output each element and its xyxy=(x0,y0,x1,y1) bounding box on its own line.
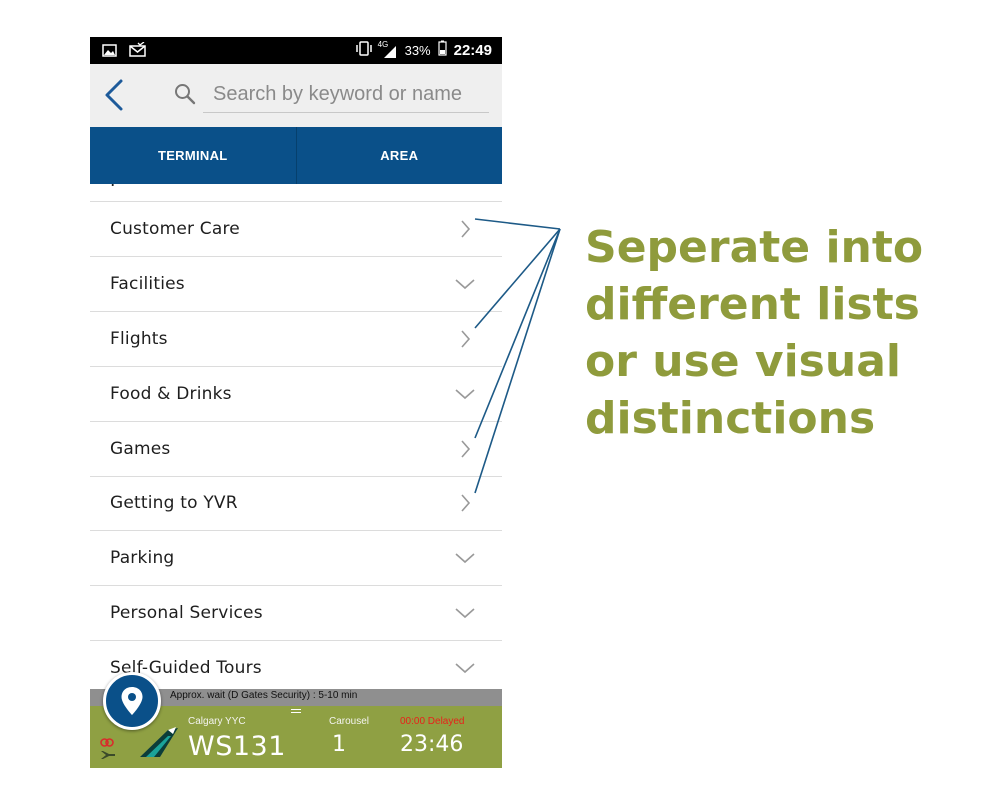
plane-icon xyxy=(100,746,116,765)
location-pin-icon xyxy=(121,687,143,715)
battery-percent: 33% xyxy=(404,43,431,58)
annotation-line: Seperate into xyxy=(585,222,924,273)
list-item[interactable]: Customer Care xyxy=(90,202,502,257)
gallery-notification-icon xyxy=(102,42,117,61)
list-item-label: Facilities xyxy=(110,274,185,294)
clock: 22:49 xyxy=(453,42,492,59)
search-icon xyxy=(174,83,196,109)
tab-area[interactable]: AREA xyxy=(295,127,503,184)
flight-status: 00:00 Delayed xyxy=(400,716,465,727)
network-type: 4G xyxy=(377,39,389,49)
chevron-down-icon xyxy=(455,389,475,400)
vibrate-icon xyxy=(355,40,373,61)
flight-number: WS131 xyxy=(188,731,286,762)
chevron-right-icon xyxy=(461,330,471,348)
westjet-logo-icon xyxy=(138,726,180,762)
list-item[interactable]: Getting to YVR xyxy=(90,476,502,531)
list-item-label: Parking xyxy=(110,548,175,568)
chevron-down-icon xyxy=(455,663,475,674)
list-item[interactable]: Parking xyxy=(90,531,502,586)
back-arrow-icon xyxy=(105,79,123,111)
tab-bar: TERMINAL AREA xyxy=(90,127,502,184)
list-item[interactable]: Personal Services xyxy=(90,586,502,641)
phone-screen: 4G 33% 22:49 TERMINAL AREA · Customer Ca… xyxy=(90,37,502,768)
list-item-label: Food & Drinks xyxy=(110,384,232,404)
list-item[interactable]: Facilities xyxy=(90,257,502,312)
chevron-down-icon xyxy=(455,608,475,619)
map-pin-button[interactable] xyxy=(103,672,161,730)
chevron-right-icon xyxy=(461,494,471,512)
arrival-time: 23:46 xyxy=(400,732,464,757)
chevron-right-icon xyxy=(461,220,471,238)
list-item-partial: · xyxy=(90,184,502,202)
list-item-label: Personal Services xyxy=(110,603,263,623)
category-list: · Customer Care Facilities Flights Food … xyxy=(90,184,502,689)
carousel-value: 1 xyxy=(332,732,346,757)
drag-handle-icon[interactable] xyxy=(291,709,301,713)
annotation-line: different lists xyxy=(585,279,920,330)
list-item[interactable]: Food & Drinks xyxy=(90,367,502,422)
back-button[interactable] xyxy=(100,78,128,112)
battery-icon xyxy=(438,40,447,61)
chevron-down-icon xyxy=(455,553,475,564)
search-input[interactable] xyxy=(203,77,489,113)
mail-notification-icon xyxy=(129,41,146,61)
chevron-right-icon xyxy=(461,440,471,458)
list-item-label: Getting to YVR xyxy=(110,493,238,513)
annotation-line: distinctions xyxy=(585,393,876,444)
signal-icon: 4G xyxy=(377,39,398,59)
chevron-down-icon xyxy=(455,279,475,290)
status-bar: 4G 33% 22:49 xyxy=(90,37,502,64)
carousel-label: Carousel xyxy=(329,716,370,727)
list-item-label: Customer Care xyxy=(110,219,240,239)
list-item[interactable]: Flights xyxy=(90,312,502,367)
list-item[interactable]: Games xyxy=(90,422,502,477)
search-header xyxy=(90,64,502,127)
tab-terminal[interactable]: TERMINAL xyxy=(90,127,296,184)
annotation-line: or use visual xyxy=(585,336,901,387)
flight-origin: Calgary YYC xyxy=(188,716,246,727)
list-item-label: Flights xyxy=(110,329,168,349)
list-item-label: Games xyxy=(110,439,171,459)
annotation-note: Seperate into different lists or use vis… xyxy=(585,219,990,447)
security-wait-text: Approx. wait (D Gates Security) : 5-10 m… xyxy=(170,690,358,701)
